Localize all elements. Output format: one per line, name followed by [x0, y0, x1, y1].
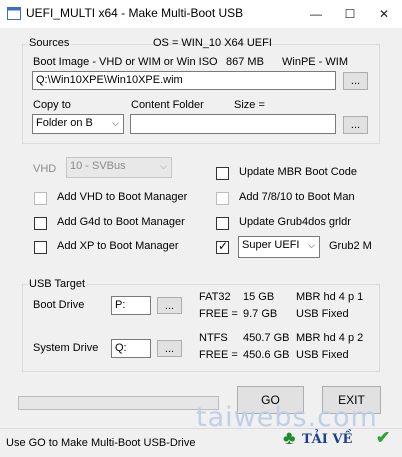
- content-folder-field[interactable]: [130, 114, 336, 134]
- progress-bar: [18, 396, 219, 410]
- add-vhd-label: Add VHD to Boot Manager: [57, 191, 188, 203]
- system-drive-label: System Drive: [33, 342, 99, 354]
- boot-drive-label: Boot Drive: [33, 299, 85, 311]
- sources-legend: Sources: [27, 37, 72, 49]
- chevron-down-icon: ⌵: [308, 240, 315, 250]
- update-grub4dos-label: Update Grub4dos grldr: [239, 216, 351, 228]
- add-xp-checkbox[interactable]: [34, 241, 47, 254]
- add-g4d-label: Add G4d to Boot Manager: [57, 216, 185, 228]
- taive-logo: TẢI VỀ: [302, 432, 353, 447]
- content-folder-label: Content Folder: [131, 99, 204, 111]
- vhd-driver-select[interactable]: 10 - SVBus ⌵: [66, 157, 172, 178]
- boot-total: 15 GB: [243, 291, 275, 303]
- grub2-label: Grub2 M: [329, 240, 372, 252]
- chevron-down-icon: ⌵: [112, 118, 119, 128]
- uefi-mode-select[interactable]: Super UEFI ⌵: [238, 236, 320, 258]
- system-type: USB Fixed: [296, 349, 349, 361]
- size-label: Size =: [234, 99, 265, 111]
- system-fs: NTFS: [199, 332, 228, 344]
- app-icon: [7, 7, 21, 20]
- maximize-button[interactable]: ☐: [333, 0, 367, 28]
- usb-target-legend: USB Target: [27, 278, 88, 290]
- system-free-label: FREE =: [199, 349, 238, 361]
- system-drive-browse-button[interactable]: ...: [157, 340, 182, 357]
- content-folder-browse-button[interactable]: ...: [343, 116, 368, 134]
- boot-drive-browse-button[interactable]: ...: [157, 297, 182, 314]
- update-mbr-label: Update MBR Boot Code: [239, 166, 358, 178]
- uefi-checkbox[interactable]: ✓: [216, 239, 229, 254]
- checkmark-icon: ✓: [218, 239, 229, 253]
- status-text: Use GO to Make Multi-Boot USB-Drive: [6, 437, 196, 449]
- add-vhd-checkbox[interactable]: [34, 192, 47, 205]
- check-icon: ✔: [376, 428, 391, 447]
- title-bar: UEFI_MULTI x64 - Make Multi-Boot USB — ☐…: [0, 0, 402, 28]
- boot-free-label: FREE =: [199, 308, 238, 320]
- add-7810-checkbox[interactable]: [216, 192, 229, 205]
- uefi-mode-value: Super UEFI: [242, 239, 300, 251]
- system-total: 450.7 GB: [243, 332, 290, 344]
- boot-image-path-field[interactable]: Q:\Win10XPE\Win10XPE.wim: [32, 71, 336, 90]
- add-7810-label: Add 7/8/10 to Boot Man: [239, 191, 355, 203]
- close-button[interactable]: ✕: [367, 0, 401, 28]
- copy-to-select[interactable]: Folder on B ⌵: [32, 114, 124, 134]
- minimize-button[interactable]: —: [299, 0, 333, 28]
- add-g4d-checkbox[interactable]: [34, 217, 47, 230]
- system-free: 450.6 GB: [243, 349, 290, 361]
- boot-image-browse-button[interactable]: ...: [343, 72, 368, 90]
- image-size-value: 867 MB: [226, 56, 264, 68]
- vhd-label: VHD: [33, 163, 57, 175]
- add-xp-label: Add XP to Boot Manager: [57, 240, 179, 252]
- boot-free: 9.7 GB: [243, 308, 278, 320]
- update-grub4dos-checkbox[interactable]: [216, 217, 229, 230]
- boot-drive-field[interactable]: P:: [111, 296, 151, 315]
- vhd-driver-value: 10 - SVBus: [70, 160, 126, 172]
- copy-to-value: Folder on B: [36, 117, 93, 129]
- window-title: UEFI_MULTI x64 - Make Multi-Boot USB: [26, 6, 244, 20]
- boot-type: USB Fixed: [296, 308, 349, 320]
- chevron-down-icon: ⌵: [160, 161, 167, 171]
- clover-icon: ♣: [283, 428, 296, 449]
- system-partition: MBR hd 4 p 2: [296, 332, 364, 344]
- update-mbr-checkbox[interactable]: [216, 167, 229, 180]
- os-label: OS = WIN_10 X64 UEFI: [153, 37, 272, 49]
- boot-fs: FAT32: [199, 291, 231, 303]
- boot-partition: MBR hd 4 p 1: [296, 291, 364, 303]
- copy-to-label: Copy to: [33, 99, 71, 111]
- winpe-label: WinPE - WIM: [282, 56, 348, 68]
- boot-image-label: Boot Image - VHD or WIM or Win ISO: [33, 56, 218, 68]
- system-drive-field[interactable]: Q:: [111, 339, 151, 358]
